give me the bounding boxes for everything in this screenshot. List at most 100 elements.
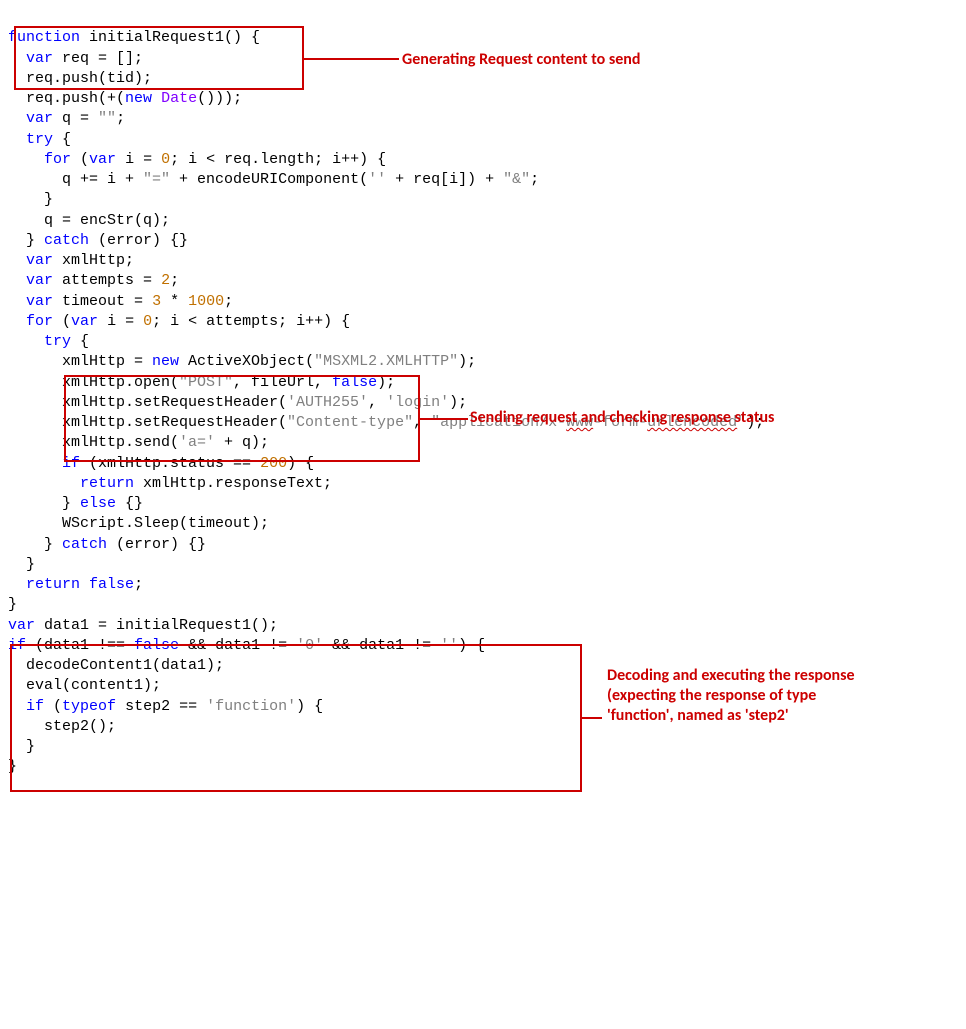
tok: { — [53, 131, 71, 148]
tok: if — [26, 698, 44, 715]
tok: initialRequest1() { — [80, 29, 260, 46]
tok: '' — [440, 637, 458, 654]
tok: (error) {} — [107, 536, 206, 553]
tok: timeout = — [53, 293, 152, 310]
tok — [8, 576, 26, 593]
tok: 200 — [260, 455, 287, 472]
tok: '' — [368, 171, 386, 188]
tok — [8, 475, 80, 492]
tok: xmlHttp.send( — [8, 434, 179, 451]
callout-text-1: Generating Request content to send — [402, 50, 640, 70]
tok: 2 — [161, 272, 170, 289]
tok: } — [8, 191, 53, 208]
tok — [8, 50, 26, 67]
tok: { — [71, 333, 89, 350]
tok: false — [332, 374, 377, 391]
code-block: function initialRequest1() { var req = [… — [8, 8, 958, 1021]
tok: ; i < req.length; i++) { — [170, 151, 386, 168]
tok: q = — [53, 110, 98, 127]
tok: try — [26, 131, 53, 148]
tok: "" — [98, 110, 116, 127]
tok: 'login' — [386, 394, 449, 411]
tok: catch — [44, 232, 89, 249]
tok: var — [26, 252, 53, 269]
tok: var — [26, 293, 53, 310]
tok: 'function' — [206, 698, 296, 715]
tok: xmlHttp.setRequestHeader( — [8, 414, 287, 431]
tok: ; i < attempts; i++) { — [152, 313, 350, 330]
tok: var — [26, 272, 53, 289]
tok: "&" — [503, 171, 530, 188]
tok: false — [134, 637, 179, 654]
tok: } — [8, 536, 62, 553]
tok: } — [8, 232, 44, 249]
tok: q = encStr(q); — [8, 212, 170, 229]
tok: new — [152, 353, 179, 370]
tok: ) { — [287, 455, 314, 472]
tok: req = []; — [53, 50, 143, 67]
tok: i = — [116, 151, 161, 168]
tok: ; — [116, 110, 125, 127]
tok: step2 == — [116, 698, 206, 715]
tok: ; — [530, 171, 539, 188]
tok — [8, 333, 44, 350]
tok: * — [161, 293, 188, 310]
tok: (data1 !== — [26, 637, 134, 654]
tok: var — [26, 110, 53, 127]
tok: new — [125, 90, 152, 107]
tok: data1 = initialRequest1(); — [35, 617, 278, 634]
tok: ; — [170, 272, 179, 289]
tok: ; — [224, 293, 233, 310]
tok: var — [8, 617, 35, 634]
callout-text-3: Decoding and executing the response (exp… — [607, 666, 857, 726]
tok: '0' — [296, 637, 323, 654]
tok: var — [71, 313, 98, 330]
tok: WScript.Sleep(timeout); — [8, 515, 269, 532]
tok — [152, 90, 161, 107]
tok: function — [8, 29, 80, 46]
tok: return — [80, 475, 134, 492]
tok: "=" — [143, 171, 170, 188]
tok: ) { — [458, 637, 485, 654]
tok: , — [413, 414, 431, 431]
tok: xmlHttp.responseText; — [134, 475, 332, 492]
tok: } — [8, 596, 17, 613]
tok: 1000 — [188, 293, 224, 310]
tok: decodeContent1(data1); — [8, 657, 224, 674]
tok: ); — [449, 394, 467, 411]
tok — [8, 313, 26, 330]
tok: ( — [53, 313, 71, 330]
tok: ) { — [296, 698, 323, 715]
tok: step2(); — [8, 718, 116, 735]
tok: ); — [458, 353, 476, 370]
tok: attempts = — [53, 272, 161, 289]
tok: + encodeURIComponent( — [170, 171, 368, 188]
tok: for — [44, 151, 71, 168]
tok: req.push(+( — [8, 90, 125, 107]
tok — [8, 131, 26, 148]
tok — [8, 455, 62, 472]
tok: } — [8, 738, 35, 755]
tok: 0 — [161, 151, 170, 168]
tok: ())); — [197, 90, 242, 107]
tok: 3 — [152, 293, 161, 310]
tok: Date — [161, 90, 197, 107]
tok: + q); — [215, 434, 269, 451]
tok: 0 — [143, 313, 152, 330]
tok: for — [26, 313, 53, 330]
tok: ( — [44, 698, 62, 715]
tok — [8, 110, 26, 127]
tok — [80, 576, 89, 593]
tok: ; — [134, 576, 143, 593]
tok — [8, 698, 26, 715]
tok: } — [8, 495, 80, 512]
tok: false — [89, 576, 134, 593]
tok: } — [8, 556, 35, 573]
tok: } — [8, 758, 17, 775]
tok — [8, 151, 44, 168]
tok: eval(content1); — [8, 677, 161, 694]
tok: 'AUTH255' — [287, 394, 368, 411]
tok: return — [26, 576, 80, 593]
tok: if — [62, 455, 80, 472]
tok: if — [8, 637, 26, 654]
